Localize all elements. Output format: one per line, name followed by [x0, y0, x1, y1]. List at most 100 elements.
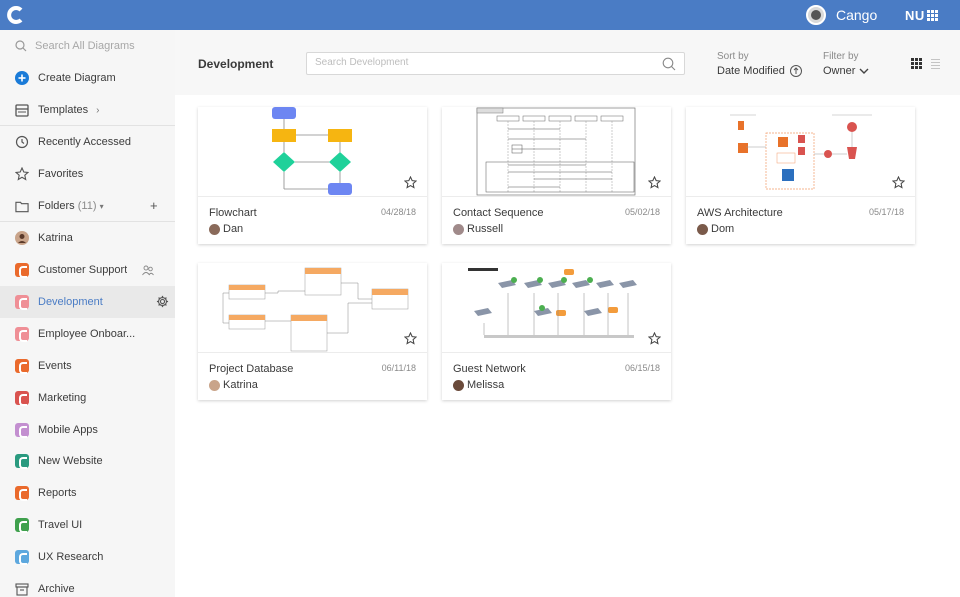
diagram-thumbnail[interactable]	[198, 107, 427, 197]
sidebar-folder-label: Reports	[38, 487, 77, 499]
plus-circle-icon	[15, 71, 29, 85]
filter-dropdown[interactable]: Owner	[823, 65, 869, 77]
folders-count: (11)	[77, 200, 97, 212]
folder-search-input[interactable]	[315, 57, 645, 68]
diagram-card[interactable]: AWS Architecture 05/17/18 Dom	[686, 107, 915, 244]
brand-text: NU	[905, 8, 925, 23]
folder-icon	[15, 263, 29, 278]
diagram-title[interactable]: Guest Network	[453, 363, 526, 375]
favorites-item[interactable]: Favorites	[0, 158, 175, 190]
star-icon[interactable]	[404, 332, 417, 345]
sidebar-folder-item[interactable]: New Website	[0, 445, 175, 477]
search-icon	[15, 40, 27, 52]
sidebar-folder-label: Events	[38, 360, 72, 372]
list-view-icon[interactable]	[931, 59, 940, 71]
templates-icon	[15, 103, 29, 117]
sidebar-folder-item[interactable]: Marketing	[0, 382, 175, 414]
diagram-thumbnail[interactable]	[198, 263, 427, 353]
diagram-title[interactable]: Contact Sequence	[453, 207, 544, 219]
content-header: Development Sort by Date Modified Filter…	[175, 30, 960, 95]
chevron-down-icon: ▾	[99, 202, 104, 211]
recently-accessed-label: Recently Accessed	[38, 136, 131, 148]
sidebar-folder-label: Travel UI	[38, 519, 83, 531]
search-icon[interactable]	[662, 57, 676, 71]
folder-icon	[15, 295, 29, 310]
gear-icon[interactable]	[156, 295, 169, 308]
diagram-title[interactable]: AWS Architecture	[697, 207, 783, 219]
folder-icon	[15, 518, 29, 533]
user-folder-katrina[interactable]: Katrina	[0, 222, 175, 254]
star-icon[interactable]	[892, 176, 905, 189]
owner-name: Dan	[223, 223, 244, 235]
folders-text: Folders	[38, 200, 75, 212]
grid-view-icon[interactable]	[911, 58, 922, 69]
sort-dropdown[interactable]: Date Modified	[717, 65, 802, 77]
team-name: Cango	[836, 7, 878, 23]
folders-item[interactable]: Folders (11) ▾ +	[0, 190, 175, 222]
sort-label: Sort by	[717, 51, 749, 62]
archive-item[interactable]: Archive	[0, 573, 175, 597]
filter-label: Filter by	[823, 51, 859, 62]
sidebar-folder-label: New Website	[38, 455, 103, 467]
owner-avatar	[453, 223, 464, 235]
user-label: Katrina	[38, 232, 73, 244]
diagram-date: 06/11/18	[381, 363, 416, 373]
sidebar-folder-label: Development	[38, 296, 103, 308]
folder-icon	[15, 454, 29, 469]
sidebar-folder-item[interactable]: Development	[0, 286, 175, 318]
user-avatar	[15, 231, 29, 245]
diagram-card[interactable]: Guest Network 06/15/18 Melissa	[442, 263, 671, 400]
diagram-date: 05/02/18	[624, 207, 660, 217]
create-diagram-button[interactable]: Create Diagram	[0, 62, 175, 94]
owner-name: Dom	[711, 223, 735, 235]
archive-icon	[15, 582, 29, 596]
page-title: Development	[198, 57, 274, 71]
diagram-owner: Dom	[697, 223, 734, 235]
diagram-title[interactable]: Project Database	[209, 363, 293, 375]
folder-icon	[15, 486, 29, 501]
folder-icon	[15, 391, 29, 406]
sidebar-folder-item[interactable]: Events	[0, 350, 175, 382]
diagram-owner: Melissa	[453, 379, 504, 391]
sidebar-folder-label: Mobile Apps	[38, 424, 98, 436]
sidebar-folder-item[interactable]: Employee Onboar...	[0, 318, 175, 350]
sidebar-folder-item[interactable]: Customer Support	[0, 254, 175, 286]
owner-avatar	[453, 379, 464, 391]
diagram-date: 05/17/18	[868, 207, 904, 217]
sidebar-folder-item[interactable]: Reports	[0, 477, 175, 509]
logo-icon[interactable]	[6, 5, 26, 25]
owner-avatar	[697, 223, 708, 235]
sidebar-search[interactable]: Search All Diagrams	[0, 30, 175, 62]
sidebar-folder-item[interactable]: Travel UI	[0, 509, 175, 541]
diagram-date: 06/15/18	[624, 363, 660, 373]
add-folder-button[interactable]: +	[150, 198, 158, 213]
diagram-thumbnail[interactable]	[442, 263, 671, 353]
folder-search[interactable]	[306, 52, 685, 75]
diagram-date: 04/28/18	[380, 207, 416, 217]
archive-label: Archive	[38, 583, 75, 595]
sidebar-folder-label: Marketing	[38, 392, 87, 404]
sort-direction-icon[interactable]	[789, 65, 802, 77]
folder-icon	[15, 550, 29, 565]
templates-item[interactable]: Templates ›	[0, 94, 175, 126]
diagram-title[interactable]: Flowchart	[209, 207, 257, 219]
recently-accessed-item[interactable]: Recently Accessed	[0, 126, 175, 158]
folder-icon	[15, 359, 29, 374]
owner-avatar	[209, 379, 220, 391]
favorites-label: Favorites	[38, 168, 84, 180]
diagram-card[interactable]: Project Database 06/11/18 Katrina	[198, 263, 427, 400]
team-switcher[interactable]: Cango	[806, 5, 877, 25]
diagram-thumbnail[interactable]	[686, 107, 915, 197]
owner-name: Melissa	[467, 379, 505, 391]
diagram-thumbnail[interactable]	[442, 107, 671, 197]
star-icon[interactable]	[404, 176, 417, 189]
sidebar-folder-item[interactable]: Mobile Apps	[0, 414, 175, 446]
diagram-card[interactable]: Flowchart 04/28/18 Dan	[198, 107, 427, 244]
star-icon[interactable]	[648, 176, 661, 189]
top-bar: Cango NU	[0, 0, 960, 30]
diagram-card[interactable]: Contact Sequence 05/02/18 Russell	[442, 107, 671, 244]
star-icon[interactable]	[648, 332, 661, 345]
sidebar-folder-item[interactable]: UX Research	[0, 541, 175, 573]
folder-icon	[15, 199, 29, 213]
chevron-down-icon	[859, 68, 869, 74]
